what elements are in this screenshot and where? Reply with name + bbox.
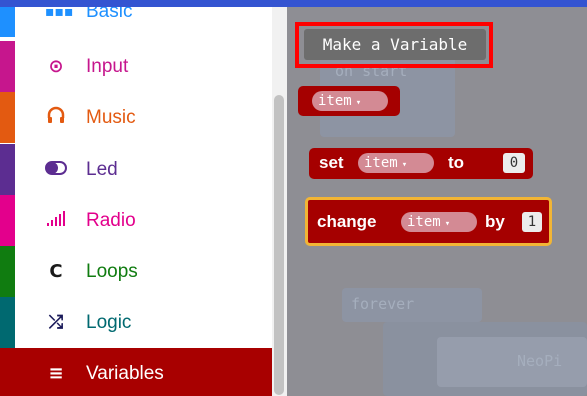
category-basic[interactable]: ▪▪▪ Basic — [0, 7, 273, 37]
set-keyword: set — [319, 153, 344, 172]
category-led[interactable]: Led — [0, 144, 273, 195]
inner-block-ghost — [437, 337, 587, 387]
basic-grid-icon: ▪▪▪ — [45, 7, 74, 20]
toolbox-scrollbar[interactable] — [272, 7, 287, 396]
category-logic[interactable]: ⤮ Logic — [0, 297, 273, 348]
category-variables[interactable]: ≡ Variables — [0, 348, 273, 396]
dropdown-caret-icon: ▾ — [401, 160, 408, 170]
top-accent-bar — [0, 0, 587, 7]
set-value-input[interactable]: 0 — [503, 153, 525, 173]
change-keyword: change — [317, 212, 377, 231]
neopixel-label: NeoPi — [517, 352, 563, 370]
variable-item-block[interactable]: item ▾ — [298, 86, 400, 116]
variable-dropdown[interactable]: item ▾ — [401, 212, 477, 232]
make-variable-button[interactable]: Make a Variable — [304, 29, 486, 60]
scrollbar-thumb[interactable] — [274, 95, 284, 395]
category-label: Loops — [86, 260, 138, 282]
list-lines-icon: ≡ — [48, 363, 64, 384]
dropdown-caret-icon: ▾ — [444, 219, 451, 229]
toolbox: ▪▪▪ Basic ⊙ Input Music Led Radio C Loop… — [0, 7, 287, 396]
variable-dropdown[interactable]: item ▾ — [358, 153, 434, 173]
category-label: Input — [86, 55, 129, 77]
by-keyword: by — [485, 212, 505, 231]
variable-dropdown[interactable]: item ▾ — [312, 91, 388, 111]
category-label: Variables — [86, 362, 164, 384]
category-radio[interactable]: Radio — [0, 195, 273, 246]
change-value-input[interactable]: 1 — [522, 212, 542, 232]
signal-bars-icon — [45, 210, 67, 231]
set-variable-block[interactable]: set item ▾ to 0 — [309, 148, 533, 179]
toggle-icon — [45, 159, 67, 180]
category-label: Music — [86, 106, 136, 128]
headphones-icon — [45, 106, 67, 129]
category-music[interactable]: Music — [0, 92, 273, 143]
dropdown-caret-icon: ▾ — [355, 98, 362, 108]
loop-arrow-icon: C — [49, 261, 63, 282]
change-variable-block[interactable]: change item ▾ by 1 — [305, 197, 552, 246]
radio-target-icon: ⊙ — [48, 56, 64, 77]
category-label: Led — [86, 158, 118, 180]
shuffle-icon: ⤮ — [48, 312, 64, 333]
category-label: Radio — [86, 209, 136, 231]
to-keyword: to — [448, 153, 465, 172]
category-label: Logic — [86, 311, 132, 333]
category-loops[interactable]: C Loops — [0, 246, 273, 297]
category-label: Basic — [86, 7, 133, 22]
forever-label: forever — [351, 295, 415, 313]
category-input[interactable]: ⊙ Input — [0, 41, 273, 92]
